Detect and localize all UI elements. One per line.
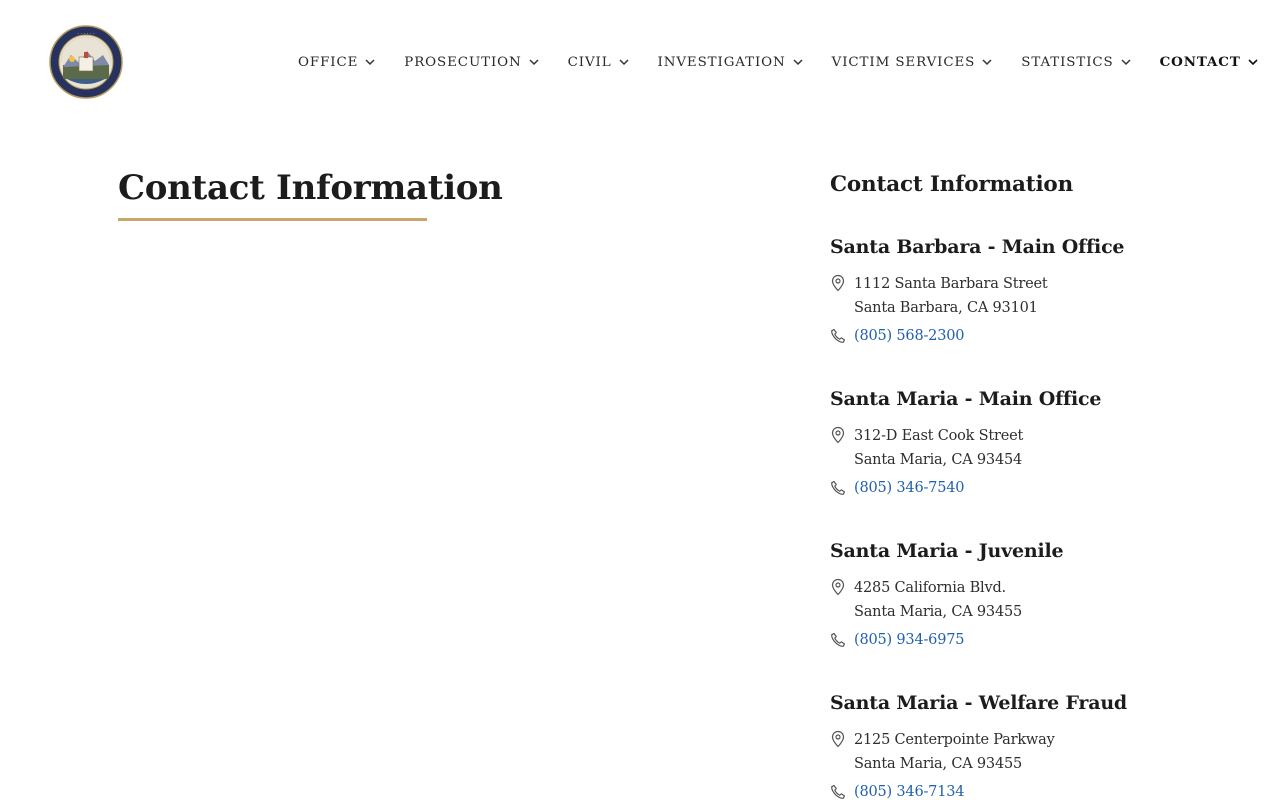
office-address: 2125 Centerpointe Parkway Santa Maria, C… — [830, 728, 1055, 776]
nav-victim-services-label: VICTIM SERVICES — [831, 54, 976, 70]
nav-office[interactable]: OFFICE — [298, 55, 376, 70]
location-pin-icon — [831, 578, 845, 596]
nav-civil-label: CIVIL — [567, 54, 612, 70]
office-address: 4285 California Blvd. Santa Maria, CA 93… — [830, 576, 1022, 624]
phone-icon — [831, 784, 846, 799]
chevron-down-icon — [793, 59, 803, 66]
phone-icon — [831, 328, 846, 343]
phone-link[interactable]: (805) 346-7540 — [854, 480, 964, 496]
address-line-2: Santa Barbara, CA 93101 — [854, 300, 1038, 316]
address-line-2: Santa Maria, CA 93454 — [854, 452, 1023, 468]
location-pin-icon — [831, 426, 845, 444]
office-phone: (805) 934-6975 — [830, 632, 964, 648]
nav-prosecution[interactable]: PROSECUTION — [404, 55, 539, 70]
location-pin-icon — [831, 730, 845, 748]
nav-prosecution-label: PROSECUTION — [404, 54, 522, 70]
location-pin-icon — [831, 274, 845, 292]
phone-icon — [831, 480, 846, 495]
phone-link[interactable]: (805) 568-2300 — [854, 328, 964, 344]
office-card: Santa Maria - Juvenile 4285 California B… — [830, 540, 1250, 648]
office-name: Santa Maria - Main Office — [830, 388, 1102, 410]
office-card: Santa Maria - Welfare Fraud 2125 Centerp… — [830, 692, 1250, 800]
county-seal-logo[interactable]: · · · · · · — [49, 25, 123, 99]
title-underline — [118, 218, 427, 221]
nav-victim-services[interactable]: VICTIM SERVICES — [832, 55, 994, 70]
nav-contact[interactable]: CONTACT — [1160, 54, 1259, 70]
address-line-1: 312-D East Cook Street — [854, 428, 1024, 444]
office-phone: (805) 568-2300 — [830, 328, 964, 344]
chevron-down-icon — [982, 59, 992, 66]
nav-investigation[interactable]: INVESTIGATION — [658, 55, 804, 70]
office-name: Santa Barbara - Main Office — [830, 236, 1125, 258]
chevron-down-icon — [1248, 59, 1258, 66]
nav-investigation-label: INVESTIGATION — [657, 54, 786, 70]
chevron-down-icon — [365, 59, 375, 66]
nav-statistics-label: STATISTICS — [1021, 54, 1114, 70]
phone-link[interactable]: (805) 346-7134 — [854, 784, 964, 800]
nav-contact-label: CONTACT — [1159, 54, 1241, 70]
page-title: Contact Information — [118, 168, 503, 208]
office-name: Santa Maria - Welfare Fraud — [830, 692, 1128, 714]
nav-statistics[interactable]: STATISTICS — [1021, 55, 1131, 70]
svg-text:· · · · · ·: · · · · · · — [77, 31, 95, 37]
main-nav: OFFICE PROSECUTION CIVIL INVESTIGATION V… — [298, 52, 1259, 72]
chevron-down-icon — [619, 59, 629, 66]
phone-icon — [831, 632, 846, 647]
phone-link[interactable]: (805) 934-6975 — [854, 632, 964, 648]
nav-civil[interactable]: CIVIL — [568, 55, 630, 70]
chevron-down-icon — [1121, 59, 1131, 66]
chevron-down-icon — [529, 59, 539, 66]
address-line-1: 2125 Centerpointe Parkway — [854, 732, 1055, 748]
address-line-1: 1112 Santa Barbara Street — [854, 276, 1048, 292]
nav-office-label: OFFICE — [298, 54, 359, 70]
office-card: Santa Barbara - Main Office 1112 Santa B… — [830, 236, 1250, 344]
address-line-2: Santa Maria, CA 93455 — [854, 756, 1023, 772]
office-phone: (805) 346-7540 — [830, 480, 964, 496]
sidebar-title: Contact Information — [830, 172, 1074, 197]
address-line-1: 4285 California Blvd. — [854, 580, 1006, 596]
office-name: Santa Maria - Juvenile — [830, 540, 1064, 562]
address-line-2: Santa Maria, CA 93455 — [854, 604, 1023, 620]
office-address: 312-D East Cook Street Santa Maria, CA 9… — [830, 424, 1023, 472]
office-address: 1112 Santa Barbara Street Santa Barbara,… — [830, 272, 1048, 320]
contact-sidebar: Contact Information Santa Barbara - Main… — [830, 172, 1250, 800]
office-phone: (805) 346-7134 — [830, 784, 964, 800]
office-card: Santa Maria - Main Office 312-D East Coo… — [830, 388, 1250, 496]
site-header: · · · · · · OFFICE PROSECUTION CIVIL INV… — [0, 0, 1280, 120]
